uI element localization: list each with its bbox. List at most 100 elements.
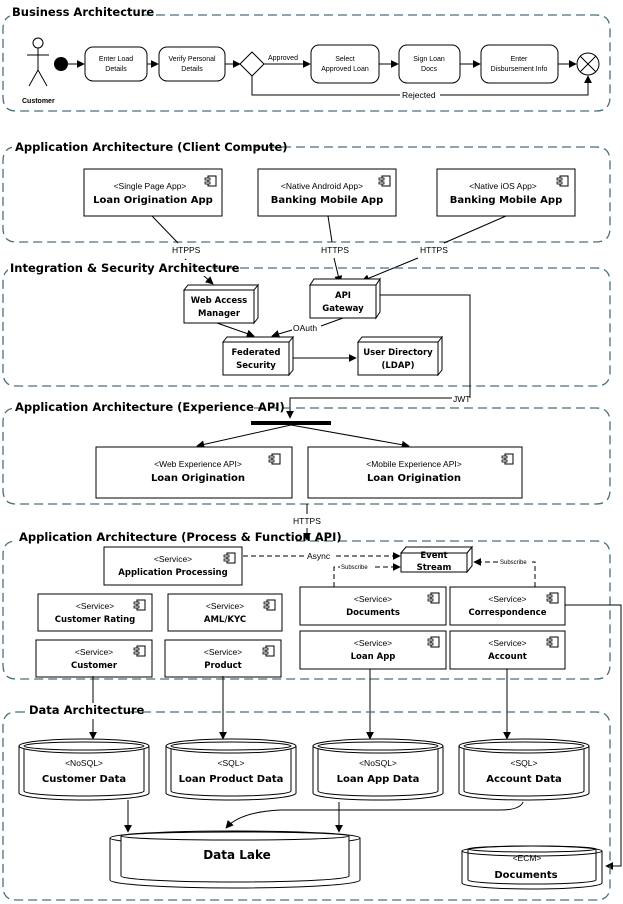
svg-text:<Single Page App>: <Single Page App> — [114, 181, 187, 191]
client-app-spa: <Single Page App> Loan Origination App — [83, 168, 223, 217]
svg-text:<Service>: <Service> — [76, 601, 114, 611]
client-app-ios: <Native iOS App> Banking Mobile App — [436, 168, 576, 217]
datastore-ecm-documents: <ECM> Documents — [461, 845, 603, 890]
svg-text:<Service>: <Service> — [354, 638, 392, 648]
svg-text:Event: Event — [420, 551, 447, 561]
svg-text:Manager: Manager — [198, 309, 241, 319]
services-group: <Service>Application Processing<Service>… — [35, 546, 566, 678]
svg-text:API: API — [335, 291, 351, 301]
svg-text:<SQL>: <SQL> — [218, 758, 245, 768]
svg-text:Loan App: Loan App — [351, 652, 396, 662]
service-component: <Service> Correspondence — [449, 586, 566, 626]
svg-text:<Web Experience API>: <Web Experience API> — [154, 459, 242, 469]
svg-text:<NoSQL>: <NoSQL> — [359, 758, 397, 768]
svg-text:Application Processing: Application Processing — [118, 568, 227, 578]
svg-text:Data Lake: Data Lake — [203, 848, 271, 862]
svg-text:Approved Loan: Approved Loan — [321, 66, 369, 73]
svg-text:Account Data: Account Data — [486, 774, 562, 785]
svg-text:<Service>: <Service> — [154, 554, 192, 564]
node-web-access-manager: Web Access Manager — [182, 283, 260, 325]
lane-title-process: Application Architecture (Process & Func… — [19, 530, 342, 544]
svg-text:<NoSQL>: <NoSQL> — [65, 758, 103, 768]
svg-text:Loan Origination: Loan Origination — [367, 473, 461, 484]
service-component: <Service> AML/KYC — [167, 593, 283, 632]
conn-label-https-android: HTTPS — [321, 245, 349, 255]
svg-text:Correspondence: Correspondence — [469, 608, 547, 618]
svg-text:Loan Origination: Loan Origination — [151, 473, 245, 484]
svg-text:Banking Mobile App: Banking Mobile App — [450, 195, 562, 206]
lane-title-experience: Application Architecture (Experience API… — [15, 400, 285, 414]
conn-label-https-ios: HTTPS — [420, 245, 448, 255]
flow-step: Select Approved Loan — [310, 44, 380, 84]
lane-title-business: Business Architecture — [12, 5, 154, 19]
datastore: <NoSQL> Loan App Data — [312, 738, 444, 801]
service-component: <Service> Account — [449, 630, 566, 670]
svg-text:<Service>: <Service> — [75, 647, 113, 657]
experience-api-mobile: <Mobile Experience API> Loan Origination — [307, 446, 523, 499]
subscribe-label-correspondence: Subscribe — [500, 560, 527, 566]
svg-text:AML/KYC: AML/KYC — [204, 615, 246, 625]
svg-text:Customer: Customer — [71, 661, 118, 671]
svg-text:Customer Rating: Customer Rating — [55, 615, 135, 625]
svg-text:<Service>: <Service> — [488, 638, 526, 648]
service-component: <Service> Application Processing — [103, 546, 243, 586]
svg-text:<Service>: <Service> — [206, 601, 244, 611]
svg-text:Stream: Stream — [417, 563, 452, 573]
svg-text:Enter: Enter — [511, 56, 528, 63]
node-api-gateway: API Gateway — [309, 277, 381, 320]
svg-text:<Service>: <Service> — [204, 647, 242, 657]
rejected-label: Rejected — [402, 90, 436, 100]
async-label: Async — [307, 551, 331, 561]
svg-text:Documents: Documents — [346, 608, 400, 618]
svg-text:User Directory: User Directory — [363, 348, 433, 358]
experience-api-web: <Web Experience API> Loan Origination — [95, 446, 293, 499]
start-node-icon — [54, 57, 68, 71]
lane-title-integration: Integration & Security Architecture — [10, 261, 240, 275]
datastore: <NoSQL> Customer Data — [18, 738, 150, 801]
svg-text:Docs: Docs — [421, 66, 437, 73]
datastore: <SQL> Account Data — [458, 738, 590, 801]
svg-text:<Service>: <Service> — [354, 594, 392, 604]
datastore-data-lake: Data Lake — [109, 830, 361, 889]
svg-text:Loan App Data: Loan App Data — [337, 774, 420, 785]
jwt-label: JWT — [453, 394, 470, 404]
svg-text:Security: Security — [236, 361, 276, 371]
node-user-directory: User Directory (LDAP) — [356, 335, 444, 377]
conn-label-htpps: HTPPS — [172, 245, 201, 255]
node-event-stream: Event Stream — [399, 545, 474, 574]
svg-text:Enter Load: Enter Load — [99, 56, 133, 63]
svg-text:Disbursement Info: Disbursement Info — [491, 66, 548, 73]
svg-text:Loan Product Data: Loan Product Data — [179, 774, 284, 785]
service-component: <Service> Product — [164, 639, 282, 678]
svg-text:Verify Personal: Verify Personal — [168, 56, 216, 63]
client-app-android: <Native Android App> Banking Mobile App — [257, 168, 397, 217]
svg-text:<Native iOS App>: <Native iOS App> — [469, 181, 537, 191]
datastore: <SQL> Loan Product Data — [165, 738, 297, 801]
service-component: <Service> Loan App — [299, 630, 447, 670]
service-component: <Service> Customer — [35, 639, 153, 678]
svg-text:Select: Select — [335, 56, 355, 63]
svg-text:Account: Account — [488, 652, 527, 662]
service-component: <Service> Documents — [299, 586, 447, 626]
flow-step: Sign Loan Docs — [398, 44, 461, 84]
lane-title-client: Application Architecture (Client Compute… — [15, 140, 288, 154]
flow-step: Verify Personal Details — [158, 46, 226, 82]
actor-label: Customer — [22, 98, 55, 105]
end-node-icon — [576, 52, 600, 76]
architecture-diagram: Business Architecture Customer Enter Loa… — [2, 4, 622, 901]
svg-text:Customer Data: Customer Data — [42, 774, 126, 785]
approved-label: Approved — [268, 55, 298, 62]
lane-title-data: Data Architecture — [29, 703, 145, 717]
flow-step: Enter Disbursement Info — [480, 44, 559, 84]
svg-text:Web Access: Web Access — [191, 296, 247, 306]
svg-text:<Mobile Experience API>: <Mobile Experience API> — [366, 459, 461, 469]
customer-actor-icon — [27, 37, 49, 87]
decision-diamond-icon — [239, 51, 265, 77]
https-label: HTTPS — [293, 516, 321, 526]
service-component: <Service> Customer Rating — [37, 593, 153, 632]
svg-text:Sign Loan: Sign Loan — [413, 56, 445, 63]
svg-text:Documents: Documents — [494, 870, 557, 881]
svg-text:Banking Mobile App: Banking Mobile App — [271, 195, 383, 206]
datastores-group: <NoSQL> Customer Data <SQL> Loan Product Da… — [18, 738, 590, 801]
fork-bar — [251, 421, 331, 425]
